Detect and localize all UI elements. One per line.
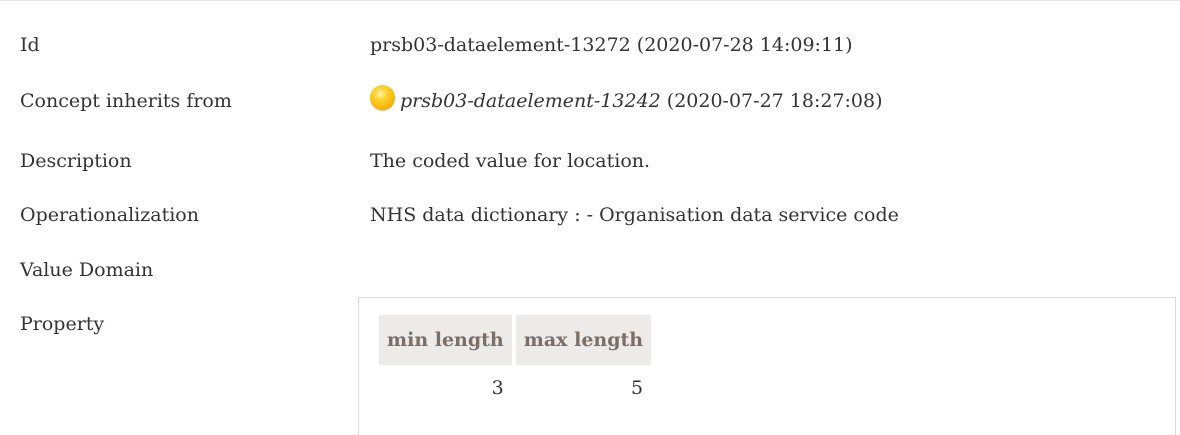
property-panel: min length max length 3 5 xyxy=(358,297,1176,435)
description-value: The coded value for location. xyxy=(370,150,651,172)
yellow-circle-status-icon xyxy=(370,84,395,110)
value-domain-label: Value Domain xyxy=(20,259,154,281)
operationalization-value: NHS data dictionary : - Organisation dat… xyxy=(370,204,899,226)
row-id: Id prsb03-dataelement-13272 (2020-07-28 … xyxy=(0,18,1180,72)
row-value-domain: Value Domain xyxy=(0,243,1180,297)
row-operationalization: Operationalization NHS data dictionary :… xyxy=(0,188,1180,242)
operationalization-label: Operationalization xyxy=(20,204,199,226)
min-length-header: min length xyxy=(379,315,512,365)
min-length-value: 3 xyxy=(491,377,504,399)
description-label: Description xyxy=(20,150,132,172)
row-description: Description The coded value for location… xyxy=(0,134,1180,188)
id-value: prsb03-dataelement-13272 (2020-07-28 14:… xyxy=(370,34,853,56)
property-label: Property xyxy=(20,313,105,335)
concept-inherits-value: prsb03-dataelement-13242 (2020-07-27 18:… xyxy=(370,74,883,128)
property-table: min length max length 3 5 xyxy=(375,315,655,411)
id-label: Id xyxy=(20,34,40,56)
row-concept-inherits: Concept inherits from prsb03-dataelement… xyxy=(0,74,1180,128)
max-length-value: 5 xyxy=(631,377,644,399)
table-row: 3 5 xyxy=(379,365,651,411)
property-table-header-row: min length max length xyxy=(379,315,652,365)
top-divider xyxy=(0,0,1180,1)
inherited-concept-link[interactable]: prsb03-dataelement-13242 xyxy=(400,74,661,128)
concept-inherits-label: Concept inherits from xyxy=(20,90,232,112)
max-length-header: max length xyxy=(515,315,652,365)
inherited-concept-date: (2020-07-27 18:27:08) xyxy=(666,90,883,112)
